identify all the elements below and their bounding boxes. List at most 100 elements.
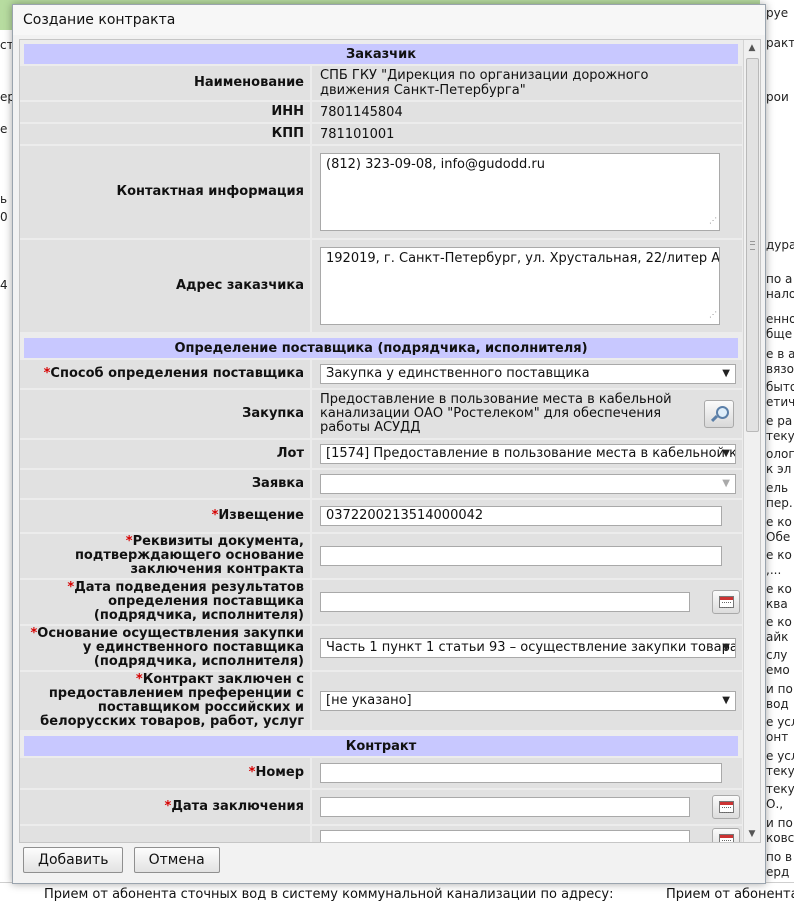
- background-bottom-text-right: Прием от абонента: [666, 887, 794, 902]
- method-label: *Способ определения поставщика: [20, 360, 312, 390]
- preference-select[interactable]: [не указано] ▼: [320, 691, 736, 711]
- sign-date-calendar-button[interactable]: [712, 795, 741, 819]
- results-date-label: *Дата подведения результатов определения…: [20, 580, 312, 626]
- create-contract-dialog: Создание контракта Заказчик Наименование…: [12, 4, 766, 884]
- notice-input[interactable]: 0372200213514000042: [320, 506, 722, 526]
- form-scrollbar[interactable]: ▲ ▼: [743, 40, 760, 842]
- basis-label-text: Основание осуществления закупки у единст…: [37, 626, 304, 669]
- background-text-fragment: ковс: [766, 831, 794, 845]
- background-text-fragment: О.,: [766, 797, 784, 811]
- background-text-fragment: е ко: [766, 515, 792, 529]
- inn-label: ИНН: [20, 102, 312, 124]
- background-text-fragment: ,...: [766, 563, 782, 577]
- background-text-fragment: вязо: [766, 362, 794, 376]
- form-area: Заказчик Наименование СПБ ГКУ "Дирекция …: [20, 40, 742, 842]
- address-label: Адрес заказчика: [20, 240, 312, 334]
- scroll-up-icon[interactable]: ▲: [744, 40, 760, 56]
- basis-select[interactable]: Часть 1 пункт 1 статьи 93 – осуществлени…: [320, 638, 736, 658]
- background-text-fragment: ст: [0, 38, 12, 52]
- background-text-fragment: по а: [766, 272, 793, 286]
- background-text-fragment: и по: [766, 682, 793, 696]
- notice-label-text: Извещение: [218, 508, 304, 523]
- purchase-value: Предоставление в пользование места в каб…: [320, 392, 672, 435]
- background-text-fragment: е ра: [766, 414, 793, 428]
- background-text-fragment: емо: [766, 663, 790, 677]
- background-text-fragment: олог: [766, 447, 794, 461]
- background-text-fragment: быто: [766, 380, 794, 394]
- next-field-label: [20, 826, 312, 842]
- background-text-fragment: е в а: [766, 347, 794, 361]
- scrollbar-thumb[interactable]: [746, 58, 759, 432]
- search-icon-handle: [710, 414, 719, 423]
- background-text-fragment: 0: [0, 210, 8, 224]
- address-textarea[interactable]: 192019, г. Санкт-Петербург, ул. Хрусталь…: [320, 247, 720, 325]
- background-text-fragment: е ко: [766, 615, 792, 629]
- background-text-fragment: пер.: [766, 496, 793, 510]
- doc-details-label-text: Реквизиты документа, подтверждающего осн…: [74, 534, 304, 577]
- method-label-text: Способ определения поставщика: [50, 366, 304, 381]
- calendar-icon: [719, 834, 735, 842]
- application-select[interactable]: ▼: [320, 474, 736, 494]
- cancel-button[interactable]: Отмена: [133, 847, 220, 873]
- dialog-body: Заказчик Наименование СПБ ГКУ "Дирекция …: [19, 39, 761, 843]
- contact-value: (812) 323-09-08, info@gudodd.ru: [326, 157, 545, 172]
- chevron-down-icon: ▼: [722, 642, 730, 653]
- calendar-icon: [719, 801, 735, 813]
- background-text-fragment: е усл: [766, 715, 794, 729]
- results-date-label-text: Дата подведения результатов определения …: [74, 580, 304, 623]
- background-text-fragment: ерд: [766, 865, 790, 879]
- background-text-fragment: е усл: [766, 749, 794, 763]
- sign-date-label: *Дата заключения: [20, 790, 312, 826]
- preference-label: *Контракт заключен с предоставлением пре…: [20, 672, 312, 732]
- sign-date-input[interactable]: [320, 797, 690, 817]
- results-date-input[interactable]: [320, 592, 690, 612]
- background-text-fragment: ь: [0, 192, 8, 206]
- background-text-fragment: рои: [766, 90, 789, 104]
- grip-icon: [750, 241, 755, 250]
- lot-select[interactable]: [1574] Предоставление в пользование мест…: [320, 444, 736, 464]
- background-text-fragment: по в: [766, 850, 793, 864]
- dialog-footer: Добавить Отмена: [23, 847, 226, 877]
- next-date-calendar-button[interactable]: [712, 828, 741, 842]
- next-date-input[interactable]: [320, 830, 690, 842]
- application-label: Заявка: [20, 470, 312, 500]
- required-mark: *: [135, 672, 143, 687]
- lot-value: [1574] Предоставление в пользование мест…: [326, 446, 736, 461]
- number-label: *Номер: [20, 758, 312, 790]
- section-supplier: Определение поставщика (подрядчика, испо…: [20, 334, 742, 360]
- resize-grip-icon[interactable]: ⋰: [709, 307, 717, 323]
- chevron-down-icon: ▼: [722, 368, 730, 379]
- background-text-fragment: теку: [766, 782, 794, 796]
- chevron-down-icon: ▼: [722, 478, 730, 489]
- doc-details-input[interactable]: [320, 546, 722, 566]
- contact-textarea[interactable]: (812) 323-09-08, info@gudodd.ru ⋰: [320, 153, 720, 231]
- number-input[interactable]: [320, 763, 722, 783]
- background-text-fragment: теку: [766, 429, 794, 443]
- background-left-strip: ст ер е ь 0 4: [0, 30, 12, 890]
- background-text-fragment: вод: [766, 697, 789, 711]
- name-label: Наименование: [20, 66, 312, 102]
- background-text-fragment: ер: [0, 90, 12, 104]
- purchase-label: Закупка: [20, 390, 312, 440]
- background-text-fragment: ракт: [766, 36, 794, 50]
- add-button[interactable]: Добавить: [23, 847, 124, 873]
- chevron-down-icon: ▼: [722, 695, 730, 706]
- lot-label: Лот: [20, 440, 312, 470]
- sign-date-label-text: Дата заключения: [171, 799, 304, 814]
- method-select[interactable]: Закупка у единственного поставщика ▼: [320, 364, 736, 384]
- resize-grip-icon[interactable]: ⋰: [709, 213, 717, 229]
- contract-form: Заказчик Наименование СПБ ГКУ "Дирекция …: [20, 40, 742, 842]
- background-text-fragment: руе: [766, 6, 789, 20]
- background-text-fragment: енно: [766, 312, 794, 326]
- basis-value: Часть 1 пункт 1 статьи 93 – осуществлени…: [326, 640, 736, 655]
- results-date-calendar-button[interactable]: [712, 590, 741, 614]
- purchase-search-button[interactable]: [704, 400, 735, 428]
- preference-label-text: Контракт заключен с предоставлением преф…: [40, 672, 304, 729]
- background-text-fragment: теку: [766, 764, 794, 778]
- required-mark: *: [125, 534, 133, 549]
- scroll-down-icon[interactable]: ▼: [744, 826, 760, 842]
- background-text-fragment: ель: [766, 481, 789, 495]
- background-text-fragment: 4: [0, 278, 8, 292]
- background-text-fragment: е ко: [766, 548, 792, 562]
- doc-details-label: *Реквизиты документа, подтверждающего ос…: [20, 534, 312, 580]
